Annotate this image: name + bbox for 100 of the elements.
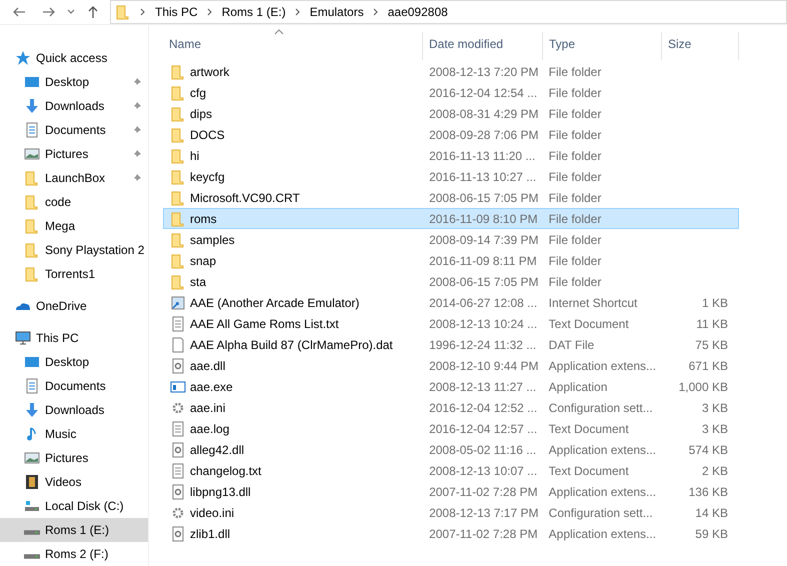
file-row[interactable]: keycfg 2016-11-13 10:27 ... File folder: [163, 166, 739, 187]
file-row[interactable]: sta 2008-06-15 7:05 PM File folder: [163, 271, 739, 292]
sidebar-item[interactable]: Desktop: [0, 350, 148, 374]
date-modified: 2007-11-02 7:28 PM: [429, 526, 538, 540]
file-row[interactable]: aae.ini 2016-12-04 12:52 ... Configuration sett... 3 KB: [163, 397, 739, 418]
file-type: File folder: [548, 232, 602, 246]
file-row[interactable]: snap 2016-11-09 8:11 PM File folder: [163, 250, 739, 271]
column-header[interactable]: Name: [163, 32, 423, 60]
file-row[interactable]: dips 2008-08-31 4:29 PM File folder: [163, 103, 739, 124]
sidebar-item[interactable]: Downloads: [0, 398, 148, 422]
file-type: Configuration sett...: [548, 506, 653, 520]
file-row[interactable]: aae.dll 2008-12-10 9:44 PM Application extens... 671 KB: [163, 355, 739, 376]
sidebar-item[interactable]: This PC: [0, 326, 148, 350]
file-name: snap: [190, 254, 216, 268]
date-modified: 2016-12-04 12:54 ...: [429, 86, 538, 100]
file-row[interactable]: alleg42.dll 2008-05-02 11:16 ... Application extens... 574 KB: [163, 439, 739, 460]
file-name: dips: [190, 106, 212, 120]
address-bar[interactable]: This PC Roms 1 (E:) Emulators aae092808: [110, 0, 787, 24]
file-type: Text Document: [548, 422, 629, 436]
down-arrow-icon: [24, 98, 40, 114]
file-type: Application extens...: [548, 484, 656, 498]
column-header[interactable]: Size: [662, 32, 739, 60]
file-type: File folder: [548, 212, 602, 226]
sidebar-item[interactable]: code: [0, 190, 148, 214]
file-row[interactable]: cfg 2016-12-04 12:54 ... File folder: [163, 82, 739, 103]
sidebar-item[interactable]: Pictures: [0, 142, 148, 166]
breadcrumb[interactable]: Roms 1 (E:): [222, 5, 286, 19]
file-size: 11 KB: [696, 316, 728, 330]
column-header[interactable]: Date modified: [423, 32, 543, 60]
document-icon: [24, 378, 40, 394]
file-size: 59 KB: [695, 526, 728, 540]
file-row[interactable]: aae.log 2016-12-04 12:57 ... Text Document 3 KB: [163, 418, 739, 439]
date-modified: 2008-12-13 10:07 ...: [429, 464, 538, 478]
column-header[interactable]: Type: [543, 32, 662, 60]
file-type: Application extens...: [548, 358, 656, 372]
file-name: cfg: [190, 86, 206, 100]
folder-icon: [24, 170, 40, 186]
breadcrumb[interactable]: aae092808: [388, 5, 448, 19]
file-type: File folder: [548, 274, 602, 288]
sidebar-item[interactable]: Pictures: [0, 446, 148, 470]
file-name: aae.exe: [190, 380, 233, 394]
date-modified: 2008-12-10 9:44 PM: [429, 358, 538, 372]
file-size: 671 KB: [688, 358, 728, 372]
file-row[interactable]: artwork 2008-12-13 7:20 PM File folder: [163, 61, 739, 82]
file-row[interactable]: Microsoft.VC90.CRT 2008-06-15 7:05 PM File folder: [163, 187, 739, 208]
folder-icon: [170, 148, 186, 164]
file-name: artwork: [190, 64, 230, 78]
sidebar-item[interactable]: Sony Playstation 2: [0, 238, 148, 262]
file-name: sta: [190, 274, 206, 288]
file-row[interactable]: AAE (Another Arcade Emulator) 2014-06-27 12:08 ... Internet Shortcut 1 KB: [163, 292, 739, 313]
document-icon: [170, 420, 186, 436]
file-row[interactable]: DOCS 2008-09-28 7:06 PM File folder: [163, 124, 739, 145]
file-size: 14 KB: [695, 506, 728, 520]
application-icon: [170, 378, 186, 394]
file-name: samples: [190, 232, 235, 246]
sidebar-item[interactable]: Roms 2 (F:): [0, 542, 148, 566]
date-modified: 2007-11-02 7:28 PM: [429, 484, 538, 498]
sidebar-item[interactable]: Torrents1: [0, 262, 148, 286]
file-name: libpng13.dll: [190, 484, 251, 498]
picture-icon: [24, 146, 40, 162]
file-type: File folder: [548, 148, 602, 162]
file-row[interactable]: changelog.txt 2008-12-13 10:07 ... Text Document 2 KB: [163, 460, 739, 481]
chevron-right-icon: [206, 8, 213, 16]
file-row[interactable]: hi 2016-11-13 11:20 ... File folder: [163, 145, 739, 166]
sidebar-item[interactable]: LaunchBox: [0, 166, 148, 190]
sidebar-item[interactable]: Videos: [0, 470, 148, 494]
film-icon: [24, 474, 40, 490]
date-modified: 2008-12-13 7:17 PM: [429, 506, 538, 520]
sidebar-item[interactable]: Documents: [0, 374, 148, 398]
sidebar-item[interactable]: Desktop: [0, 70, 148, 94]
date-modified: 1996-12-24 11:32 ...: [429, 338, 536, 352]
file-row[interactable]: libpng13.dll 2007-11-02 7:28 PM Application extens... 136 KB: [163, 481, 739, 502]
sidebar-item[interactable]: Roms 1 (E:): [0, 518, 148, 542]
file-row[interactable]: AAE All Game Roms List.txt 2008-12-13 10:24 ... Text Document 11 KB: [163, 313, 739, 334]
sidebar-item[interactable]: Local Disk (C:): [0, 494, 148, 518]
drive-icon: [24, 554, 40, 559]
sidebar-item[interactable]: Music: [0, 422, 148, 446]
sidebar-item[interactable]: Mega: [0, 214, 148, 238]
breadcrumb[interactable]: This PC: [155, 5, 198, 19]
file-row[interactable]: roms 2016-11-09 8:10 PM File folder: [163, 208, 739, 229]
date-modified: 2008-12-13 11:27 ...: [429, 380, 536, 394]
breadcrumb[interactable]: Emulators: [310, 5, 364, 19]
document-icon: [170, 462, 186, 478]
file-row[interactable]: video.ini 2008-12-13 7:17 PM Configuration sett... 14 KB: [163, 502, 739, 523]
picture-icon: [24, 450, 40, 466]
file-name: aae.log: [190, 422, 230, 436]
sidebar-item[interactable]: OneDrive: [0, 294, 148, 318]
file-row[interactable]: AAE Alpha Build 87 (ClrMamePro).dat 1996-12-24 11:32 ... DAT File 75 KB: [163, 334, 739, 355]
document-icon: [170, 316, 186, 332]
sidebar-item[interactable]: Downloads: [0, 94, 148, 118]
folder-icon: [170, 84, 186, 100]
desktop-icon: [24, 74, 40, 90]
file-row[interactable]: samples 2008-09-14 7:39 PM File folder: [163, 229, 739, 250]
folder-icon: [170, 126, 186, 142]
sidebar-item[interactable]: Documents: [0, 118, 148, 142]
file-type: Text Document: [548, 316, 629, 330]
file-size: 3 KB: [702, 400, 728, 414]
sidebar-item[interactable]: Quick access: [0, 46, 148, 70]
file-row[interactable]: aae.exe 2008-12-13 11:27 ... Application 1,000 KB: [163, 376, 739, 397]
file-row[interactable]: zlib1.dll 2007-11-02 7:28 PM Application extens... 59 KB: [163, 523, 739, 544]
